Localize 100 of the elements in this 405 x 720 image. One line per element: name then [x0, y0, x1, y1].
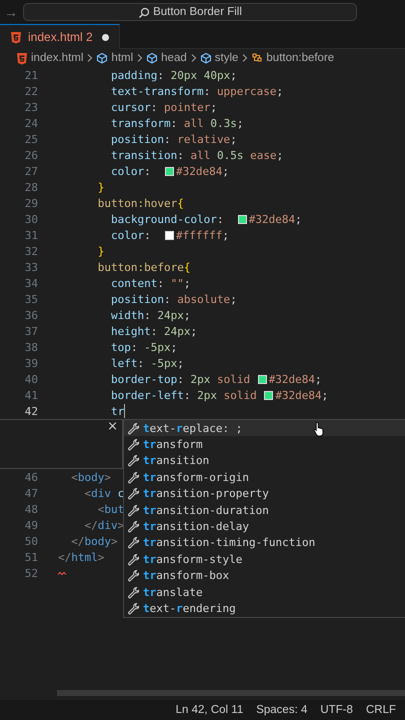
line-number: 22	[24, 84, 38, 98]
code-text: background-color:	[110, 212, 225, 226]
horizontal-scrollbar[interactable]	[57, 690, 405, 696]
line-number: 49	[24, 518, 38, 532]
code-text: button:before{	[98, 260, 190, 274]
line-number: 52	[24, 566, 38, 580]
line-number: 29	[24, 196, 38, 210]
code-text: position: relative;	[110, 132, 237, 146]
status-item[interactable]: CRLF	[366, 704, 396, 716]
cube-icon	[146, 52, 158, 64]
search-icon	[138, 6, 150, 18]
code-text: #32de84;	[176, 164, 229, 178]
suggestion-item[interactable]: transform-box	[124, 568, 405, 584]
symbol-icon	[251, 52, 264, 64]
wrench-icon	[127, 586, 139, 599]
suggestion-item[interactable]: transform-style	[124, 551, 405, 568]
line-number: 41	[24, 388, 38, 402]
editor-tab[interactable]: index.html 2	[0, 24, 120, 49]
code-text: tr	[110, 404, 124, 418]
line-number: 34	[24, 276, 38, 290]
status-item[interactable]: Spaces: 4	[256, 704, 308, 716]
color-swatch[interactable]	[258, 374, 267, 384]
code-text: position: absolute;	[110, 292, 237, 306]
wrench-icon	[127, 602, 139, 615]
color-swatch[interactable]	[164, 230, 174, 240]
suggestion-item[interactable]: translate	[124, 584, 405, 600]
code-text: cursor: pointer;	[110, 100, 217, 114]
code-text: content: "";	[110, 276, 190, 290]
suggestion-item[interactable]: transition-timing-function	[124, 534, 405, 552]
wrench-icon	[127, 470, 139, 484]
code-text: <but	[98, 502, 124, 516]
code-text: transition: all 0.5s ease;	[110, 148, 284, 162]
wrench-icon	[127, 422, 139, 435]
breadcrumb-item[interactable]: style	[214, 52, 238, 64]
code-text: width: 24px;	[110, 308, 190, 322]
code-text: button:hover{	[98, 196, 184, 210]
wrench-icon	[127, 438, 139, 452]
breadcrumb-item[interactable]: html	[111, 52, 134, 64]
close-button[interactable]: ×	[107, 420, 118, 434]
code-text: }	[98, 180, 104, 194]
line-number: 23	[24, 100, 38, 114]
breadcrumb-item[interactable]: index.html	[31, 52, 84, 64]
line-number: 40	[24, 372, 38, 386]
breadcrumb-item[interactable]: button:before	[266, 52, 334, 64]
line-number: 37	[24, 324, 38, 338]
line-number: 24	[24, 116, 38, 130]
line-number: 30	[24, 212, 38, 226]
search-field[interactable]: Button Border Fill	[23, 3, 357, 21]
line-number: 27	[24, 164, 38, 178]
suggestion-item[interactable]: text-replace: ;	[124, 420, 405, 436]
wrench-icon	[127, 504, 139, 517]
code-text: }	[98, 244, 104, 258]
suggestion-item[interactable]: transition	[124, 452, 405, 470]
status-item[interactable]: UTF-8	[320, 704, 353, 716]
line-number: 28	[24, 180, 38, 194]
wrench-icon	[127, 487, 139, 500]
chevron-icon	[136, 53, 144, 63]
suggestion-item[interactable]: transform	[124, 436, 405, 453]
breadcrumb-item[interactable]: head	[161, 52, 187, 64]
color-swatch[interactable]	[264, 390, 274, 400]
line-number: 35	[24, 292, 38, 306]
code-text: top: -5px;	[110, 340, 178, 354]
code-text: </html>	[58, 550, 104, 564]
line-number: 36	[24, 308, 38, 322]
suggestion-item[interactable]: transform-origin	[124, 469, 405, 486]
code-text: <div c	[84, 486, 124, 500]
line-number: 47	[24, 486, 38, 500]
color-swatch[interactable]	[238, 214, 247, 224]
suggestion-item[interactable]: transition-property	[124, 486, 405, 502]
line-number: 46	[24, 470, 38, 484]
color-swatch[interactable]	[164, 166, 174, 176]
line-number: 39	[24, 356, 38, 370]
code-text: #32de84;	[275, 388, 328, 402]
cube-icon	[200, 52, 212, 64]
line-number: 33	[24, 260, 38, 274]
wrench-icon	[127, 552, 139, 566]
line-number: 38	[24, 340, 38, 354]
wrench-icon	[127, 536, 139, 550]
line-number: 48	[24, 502, 38, 516]
wrench-icon	[127, 454, 139, 468]
code-text: #32de84;	[268, 372, 322, 386]
chevron-icon	[190, 53, 197, 63]
code-text: <body>	[71, 470, 111, 484]
code-text: color:	[110, 164, 152, 178]
line-number: 51	[24, 550, 38, 564]
forward-arrow[interactable]: →	[4, 4, 18, 20]
code-text: border-top: 2px solid	[110, 372, 250, 386]
line-number: 26	[24, 148, 38, 162]
line-number: 50	[24, 534, 38, 548]
code-text: left: -5px;	[110, 356, 184, 370]
status-item[interactable]: Ln 42, Col 11	[176, 704, 244, 716]
chevron-icon	[86, 53, 94, 63]
code-text: border-left: 2px solid	[110, 388, 257, 402]
suggestion-item[interactable]: text-rendering	[124, 600, 405, 617]
hand-pointer-icon	[313, 421, 325, 437]
code-text: color:	[110, 228, 152, 242]
html-file-icon	[16, 52, 28, 64]
code-text: text-transform: uppercase;	[110, 84, 284, 98]
suggestion-item[interactable]: transition-duration	[124, 502, 405, 518]
suggestion-item[interactable]: transition-delay	[124, 518, 405, 535]
